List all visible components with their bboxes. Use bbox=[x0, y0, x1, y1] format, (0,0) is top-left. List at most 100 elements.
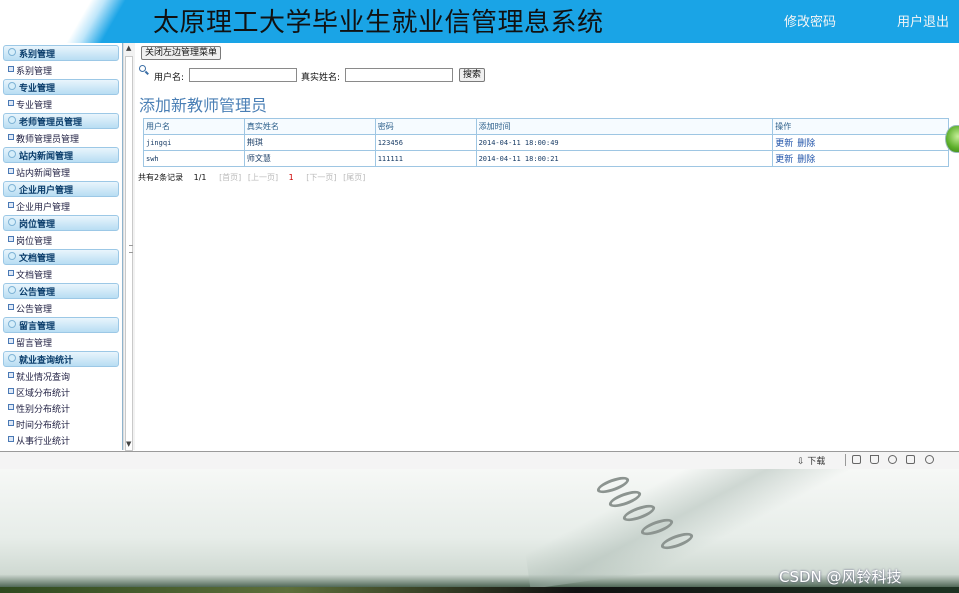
close-menu-button[interactable]: 关闭左边管理菜单 bbox=[141, 46, 222, 60]
download-button[interactable]: ⇩ 下载 bbox=[797, 454, 825, 467]
list-icon bbox=[8, 66, 14, 72]
delete-link[interactable]: 删除 bbox=[797, 139, 815, 149]
sidebar-item-notice[interactable]: 公告管理 bbox=[0, 301, 122, 315]
column-header: 操作 bbox=[772, 118, 949, 135]
list-icon bbox=[8, 338, 14, 344]
sidebar-item-message[interactable]: 留言管理 bbox=[0, 335, 122, 349]
sidebar-item-company-user[interactable]: 企业用户管理 bbox=[0, 199, 122, 213]
sidebar-section-label: 文档管理 bbox=[19, 254, 56, 264]
sidebar-item-label: 区域分布统计 bbox=[16, 389, 71, 399]
sidebar-section-notice[interactable]: 公告管理 bbox=[3, 283, 119, 299]
sidebar-item-major[interactable]: 专业管理 bbox=[0, 97, 122, 111]
section-icon bbox=[8, 320, 16, 328]
section-icon bbox=[8, 354, 16, 362]
toolbar-divider bbox=[845, 454, 846, 466]
sidebar-item-label: 就业情况查询 bbox=[16, 373, 71, 383]
sidebar-item-label: 岗位管理 bbox=[16, 237, 53, 247]
prev-page-link[interactable]: [上一页] bbox=[248, 173, 278, 182]
section-icon bbox=[8, 184, 16, 192]
sidebar-section-label: 系别管理 bbox=[19, 50, 56, 60]
sidebar-section-department[interactable]: 系别管理 bbox=[3, 45, 119, 61]
change-password-link[interactable]: 修改密码 bbox=[784, 11, 836, 30]
list-icon bbox=[8, 100, 14, 106]
sidebar-item-department[interactable]: 系别管理 bbox=[0, 63, 122, 77]
realname-input[interactable] bbox=[345, 68, 453, 82]
list-icon bbox=[8, 168, 14, 174]
first-page-link[interactable]: [首页] bbox=[219, 173, 241, 182]
volume-icon[interactable] bbox=[888, 455, 897, 464]
username-label: 用户名: bbox=[154, 73, 185, 83]
sidebar-section-message[interactable]: 留言管理 bbox=[3, 317, 119, 333]
scrollbar-thumb[interactable] bbox=[125, 56, 133, 451]
app-title: 太原理工大学毕业生就业信管理息系统 bbox=[153, 8, 604, 38]
sidebar-scrollbar[interactable]: ▲ ▼ bbox=[123, 43, 135, 451]
zoom-icon[interactable] bbox=[925, 455, 934, 464]
sidebar-section-label: 企业用户管理 bbox=[19, 186, 74, 196]
list-icon bbox=[8, 404, 14, 410]
logout-link[interactable]: 用户退出 bbox=[897, 11, 949, 30]
list-icon bbox=[8, 134, 14, 140]
window-icon[interactable] bbox=[906, 455, 915, 464]
section-icon bbox=[8, 150, 16, 158]
sidebar-item-position[interactable]: 岗位管理 bbox=[0, 233, 122, 247]
sidebar-section-label: 站内新闻管理 bbox=[19, 152, 74, 162]
sidebar-section-document[interactable]: 文档管理 bbox=[3, 249, 119, 265]
update-link[interactable]: 更新 bbox=[775, 139, 793, 149]
next-page-link[interactable]: [下一页] bbox=[306, 173, 336, 182]
download-icon: ⇩ bbox=[797, 457, 805, 467]
cell-realname: 荆琪 bbox=[243, 134, 376, 151]
list-icon bbox=[8, 202, 14, 208]
username-input[interactable] bbox=[189, 68, 297, 82]
update-link[interactable]: 更新 bbox=[775, 155, 793, 165]
last-page-link[interactable]: [尾页] bbox=[343, 173, 365, 182]
sidebar-item-teacher-admin[interactable]: 教师管理员管理 bbox=[0, 131, 122, 145]
teacher-admin-table: 用户名 真实姓名 密码 添加时间 操作 jingqi 荆琪 123456 201… bbox=[143, 118, 949, 167]
section-icon bbox=[8, 82, 16, 90]
page-title: 添加新教师管理员 bbox=[139, 96, 268, 115]
sidebar-item-label: 时间分布统计 bbox=[16, 421, 71, 431]
cell-actions: 更新 删除 bbox=[772, 150, 949, 167]
sidebar-section-position[interactable]: 岗位管理 bbox=[3, 215, 119, 231]
bottom-toolbar: ⇩ 下载 bbox=[0, 451, 959, 470]
sidebar-item-time-stats[interactable]: 时间分布统计 bbox=[0, 417, 122, 431]
search-button[interactable]: 搜索 bbox=[459, 68, 486, 82]
sidebar-item-label: 企业用户管理 bbox=[16, 203, 71, 213]
header-decoration bbox=[0, 0, 150, 43]
cell-added-time: 2014-04-11 18:00:21 bbox=[475, 150, 774, 167]
cell-password: 123456 bbox=[374, 134, 477, 151]
list-icon bbox=[8, 236, 14, 242]
sidebar-item-employment-query[interactable]: 就业情况查询 bbox=[0, 369, 122, 383]
sidebar-item-news[interactable]: 站内新闻管理 bbox=[0, 165, 122, 179]
sidebar-item-gender-stats[interactable]: 性别分布统计 bbox=[0, 401, 122, 415]
sidebar-section-statistics[interactable]: 就业查询统计 bbox=[3, 351, 119, 367]
trash-icon[interactable] bbox=[870, 455, 879, 464]
sidebar-item-label: 性别分布统计 bbox=[16, 405, 71, 415]
sidebar-section-label: 专业管理 bbox=[19, 84, 56, 94]
delete-link[interactable]: 删除 bbox=[797, 155, 815, 165]
current-page: 1 bbox=[288, 173, 294, 182]
screenshot-icon[interactable] bbox=[852, 455, 861, 464]
sidebar-section-major[interactable]: 专业管理 bbox=[3, 79, 119, 95]
cell-username: jingqi bbox=[143, 134, 245, 151]
page-indicator: 1/1 bbox=[193, 173, 207, 182]
sidebar-section-label: 老师管理员管理 bbox=[19, 118, 83, 128]
section-icon bbox=[8, 252, 16, 260]
main-content: 关闭左边管理菜单 用户名: 真实姓名: 搜索 添加新教师管理员 用户名 真实姓名… bbox=[136, 43, 959, 450]
table-header-row: 用户名 真实姓名 密码 添加时间 操作 bbox=[143, 118, 949, 135]
scroll-up-arrow-icon[interactable]: ▲ bbox=[126, 44, 131, 52]
realname-label: 真实姓名: bbox=[301, 73, 341, 83]
column-header: 用户名 bbox=[143, 118, 245, 135]
sidebar-item-region-stats[interactable]: 区域分布统计 bbox=[0, 385, 122, 399]
section-icon bbox=[8, 116, 16, 124]
download-label: 下载 bbox=[807, 457, 826, 467]
cell-added-time: 2014-04-11 18:00:49 bbox=[475, 134, 774, 151]
sidebar-section-company-user[interactable]: 企业用户管理 bbox=[3, 181, 119, 197]
scroll-down-arrow-icon[interactable]: ▼ bbox=[126, 440, 131, 448]
cell-username: swh bbox=[143, 150, 245, 167]
sidebar-section-news[interactable]: 站内新闻管理 bbox=[3, 147, 119, 163]
sidebar-item-document[interactable]: 文档管理 bbox=[0, 267, 122, 281]
column-header: 真实姓名 bbox=[243, 118, 376, 135]
sidebar-section-teacher-admin[interactable]: 老师管理员管理 bbox=[3, 113, 119, 129]
table-row: swh 师文慧 111111 2014-04-11 18:00:21 更新 删除 bbox=[143, 150, 949, 167]
sidebar-item-industry-stats[interactable]: 从事行业统计 bbox=[0, 433, 122, 447]
